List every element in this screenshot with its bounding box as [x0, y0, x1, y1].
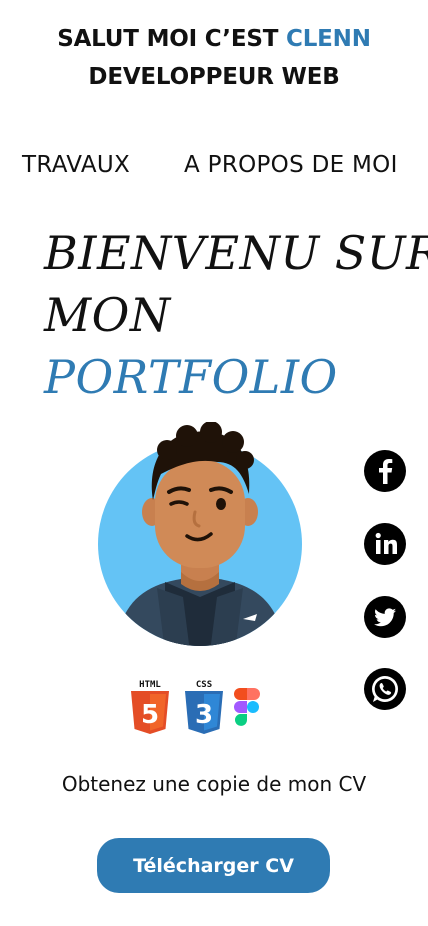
figma-icon	[232, 688, 270, 732]
avatar	[95, 421, 305, 646]
twitter-icon[interactable]	[364, 596, 406, 638]
header-role: DEVELOPPEUR WEB	[88, 64, 340, 90]
html5-label: HTML	[139, 680, 161, 690]
css3-label: CSS	[196, 680, 212, 690]
main-nav: TRAVAUX A PROPOS DE MOI	[0, 152, 428, 188]
linkedin-icon[interactable]	[364, 523, 406, 565]
hero-line-1: BIENVENU SUR	[44, 226, 428, 280]
whatsapp-icon[interactable]	[364, 668, 406, 710]
css3-icon: CSS 3	[182, 678, 226, 740]
nav-link-a-propos[interactable]: A PROPOS DE MOI	[184, 152, 398, 178]
nav-link-travaux[interactable]: TRAVAUX	[22, 152, 130, 178]
header-line-1: SALUT MOI C’EST CLENN	[0, 20, 428, 58]
header-name: CLENN	[286, 26, 371, 52]
download-cv-button[interactable]: Télécharger CV	[97, 838, 330, 893]
hero-line-2: MON	[44, 288, 171, 342]
hero-line-3: PORTFOLIO	[44, 350, 338, 404]
html5-icon: HTML 5	[128, 678, 172, 740]
css3-badge: 3	[195, 700, 213, 730]
site-header: SALUT MOI C’EST CLENN DEVELOPPEUR WEB	[0, 20, 428, 96]
facebook-icon[interactable]	[364, 450, 406, 492]
html5-badge: 5	[141, 700, 159, 730]
avatar-illustration	[98, 421, 302, 646]
tech-stack: HTML 5 CSS 3	[128, 678, 273, 736]
cv-prompt: Obtenez une copie de mon CV	[61, 772, 367, 796]
header-greeting: SALUT MOI C’EST	[57, 26, 279, 52]
hero-title: BIENVENU SUR MON PORTFOLIO	[44, 222, 428, 408]
